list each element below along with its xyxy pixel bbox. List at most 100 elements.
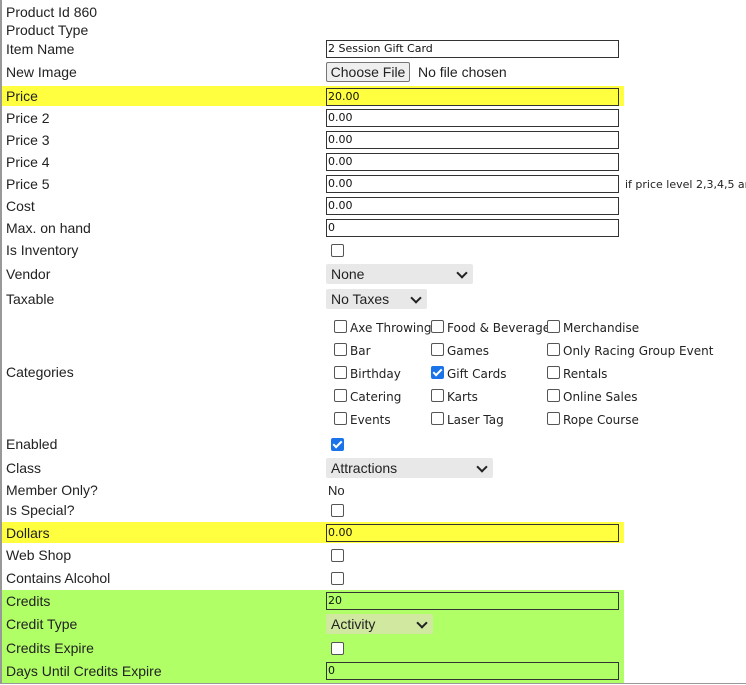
dollars-label: Dollars: [6, 525, 50, 541]
category-option[interactable]: Events: [334, 412, 391, 427]
category-checkbox[interactable]: [334, 412, 347, 425]
price4-input[interactable]: 0.00: [326, 153, 619, 171]
new-image-label: New Image: [6, 64, 77, 80]
credit-type-label: Credit Type: [6, 616, 78, 632]
web-shop-checkbox[interactable]: [331, 549, 344, 562]
category-option[interactable]: Karts: [431, 389, 478, 404]
max-on-hand-input[interactable]: 0: [326, 219, 619, 237]
credit-type-value: Activity: [331, 616, 376, 632]
taxable-select[interactable]: No Taxes: [326, 289, 427, 309]
category-checkbox[interactable]: [547, 412, 560, 425]
category-label: Food & Beverage: [447, 321, 551, 335]
category-label: Birthday: [350, 367, 401, 381]
category-checkbox[interactable]: [547, 366, 560, 379]
category-label: Only Racing Group Event: [563, 344, 714, 358]
credits-label: Credits: [6, 593, 51, 609]
dollars-input[interactable]: 0.00: [326, 524, 619, 542]
category-option[interactable]: Birthday: [334, 366, 401, 381]
chevron-down-icon: [456, 267, 468, 279]
credit-type-select[interactable]: Activity: [326, 614, 433, 634]
cost-input[interactable]: 0.00: [326, 197, 619, 215]
product-type-label: Product Type: [6, 22, 89, 38]
class-select[interactable]: Attractions: [326, 458, 493, 478]
price2-input[interactable]: 0.00: [326, 109, 619, 127]
member-only-label: Member Only?: [6, 482, 98, 498]
max-on-hand-label: Max. on hand: [6, 220, 91, 236]
category-label: Online Sales: [563, 390, 638, 404]
taxable-label: Taxable: [6, 291, 55, 307]
categories-label: Categories: [6, 364, 74, 380]
category-checkbox[interactable]: [547, 320, 560, 333]
web-shop-label: Web Shop: [6, 547, 72, 563]
class-label: Class: [6, 460, 42, 476]
credits-expire-label: Credits Expire: [6, 640, 94, 656]
category-option[interactable]: Rope Course: [547, 412, 639, 427]
category-label: Axe Throwing: [350, 321, 432, 335]
price5-label: Price 5: [6, 176, 50, 192]
category-label: Catering: [350, 390, 402, 404]
price5-input[interactable]: 0.00: [326, 175, 619, 193]
price-input[interactable]: 20.00: [326, 88, 619, 106]
category-option[interactable]: Food & Beverage: [431, 320, 550, 335]
category-option[interactable]: Gift Cards: [431, 366, 507, 381]
vendor-value: None: [331, 266, 365, 282]
category-label: Gift Cards: [447, 367, 507, 381]
credits-input[interactable]: 20: [326, 592, 619, 610]
price-label: Price: [6, 88, 38, 104]
category-checkbox[interactable]: [431, 343, 444, 356]
is-inventory-label: Is Inventory: [6, 242, 79, 258]
category-checkbox[interactable]: [547, 343, 560, 356]
taxable-value: No Taxes: [331, 291, 390, 307]
category-checkbox[interactable]: [547, 389, 560, 402]
category-option[interactable]: Rentals: [547, 366, 607, 381]
category-option[interactable]: Online Sales: [547, 389, 637, 404]
category-label: Karts: [447, 390, 478, 404]
category-checkbox[interactable]: [334, 343, 347, 356]
category-label: Rentals: [563, 367, 608, 381]
price2-label: Price 2: [6, 110, 50, 126]
is-special-checkbox[interactable]: [331, 504, 344, 517]
item-name-label: Item Name: [6, 41, 75, 57]
category-option[interactable]: Catering: [334, 389, 401, 404]
class-value: Attractions: [331, 460, 398, 476]
category-option[interactable]: Bar: [334, 343, 371, 358]
category-label: Merchandise: [563, 321, 640, 335]
category-checkbox[interactable]: [334, 320, 347, 333]
category-checkbox[interactable]: [334, 366, 347, 379]
vendor-select[interactable]: None: [326, 264, 473, 284]
contains-alcohol-checkbox[interactable]: [331, 572, 344, 585]
category-label: Bar: [350, 344, 371, 358]
enabled-label: Enabled: [6, 436, 58, 452]
item-name-input[interactable]: 2 Session Gift Card: [326, 40, 619, 58]
category-option[interactable]: Only Racing Group Event: [547, 343, 713, 358]
category-checkbox[interactable]: [431, 320, 444, 333]
vendor-label: Vendor: [6, 266, 51, 282]
member-only-value: No: [328, 483, 345, 498]
price-level-hint: if price level 2,3,4,5 are: [625, 178, 746, 191]
choose-file-button[interactable]: Choose File: [326, 62, 410, 82]
category-label: Laser Tag: [447, 413, 504, 427]
file-status: No file chosen: [418, 64, 507, 80]
credits-expire-checkbox[interactable]: [331, 642, 344, 655]
chevron-down-icon: [476, 461, 488, 473]
category-checkbox[interactable]: [431, 389, 444, 402]
chevron-down-icon: [416, 617, 428, 629]
is-special-label: Is Special?: [6, 502, 75, 518]
category-label: Games: [447, 344, 489, 358]
price3-label: Price 3: [6, 132, 50, 148]
category-checkbox[interactable]: [431, 366, 444, 379]
cost-label: Cost: [6, 198, 35, 214]
is-inventory-checkbox[interactable]: [331, 244, 344, 257]
category-checkbox[interactable]: [431, 412, 444, 425]
category-checkbox[interactable]: [334, 389, 347, 402]
enabled-checkbox[interactable]: [331, 438, 344, 451]
category-option[interactable]: Laser Tag: [431, 412, 504, 427]
category-option[interactable]: Games: [431, 343, 489, 358]
category-label: Events: [350, 413, 391, 427]
category-option[interactable]: Merchandise: [547, 320, 639, 335]
days-until-expire-input[interactable]: 0: [326, 662, 619, 680]
category-label: Rope Course: [563, 413, 639, 427]
price3-input[interactable]: 0.00: [326, 131, 619, 149]
category-option[interactable]: Axe Throwing: [334, 320, 431, 335]
days-until-expire-label: Days Until Credits Expire: [6, 663, 162, 679]
